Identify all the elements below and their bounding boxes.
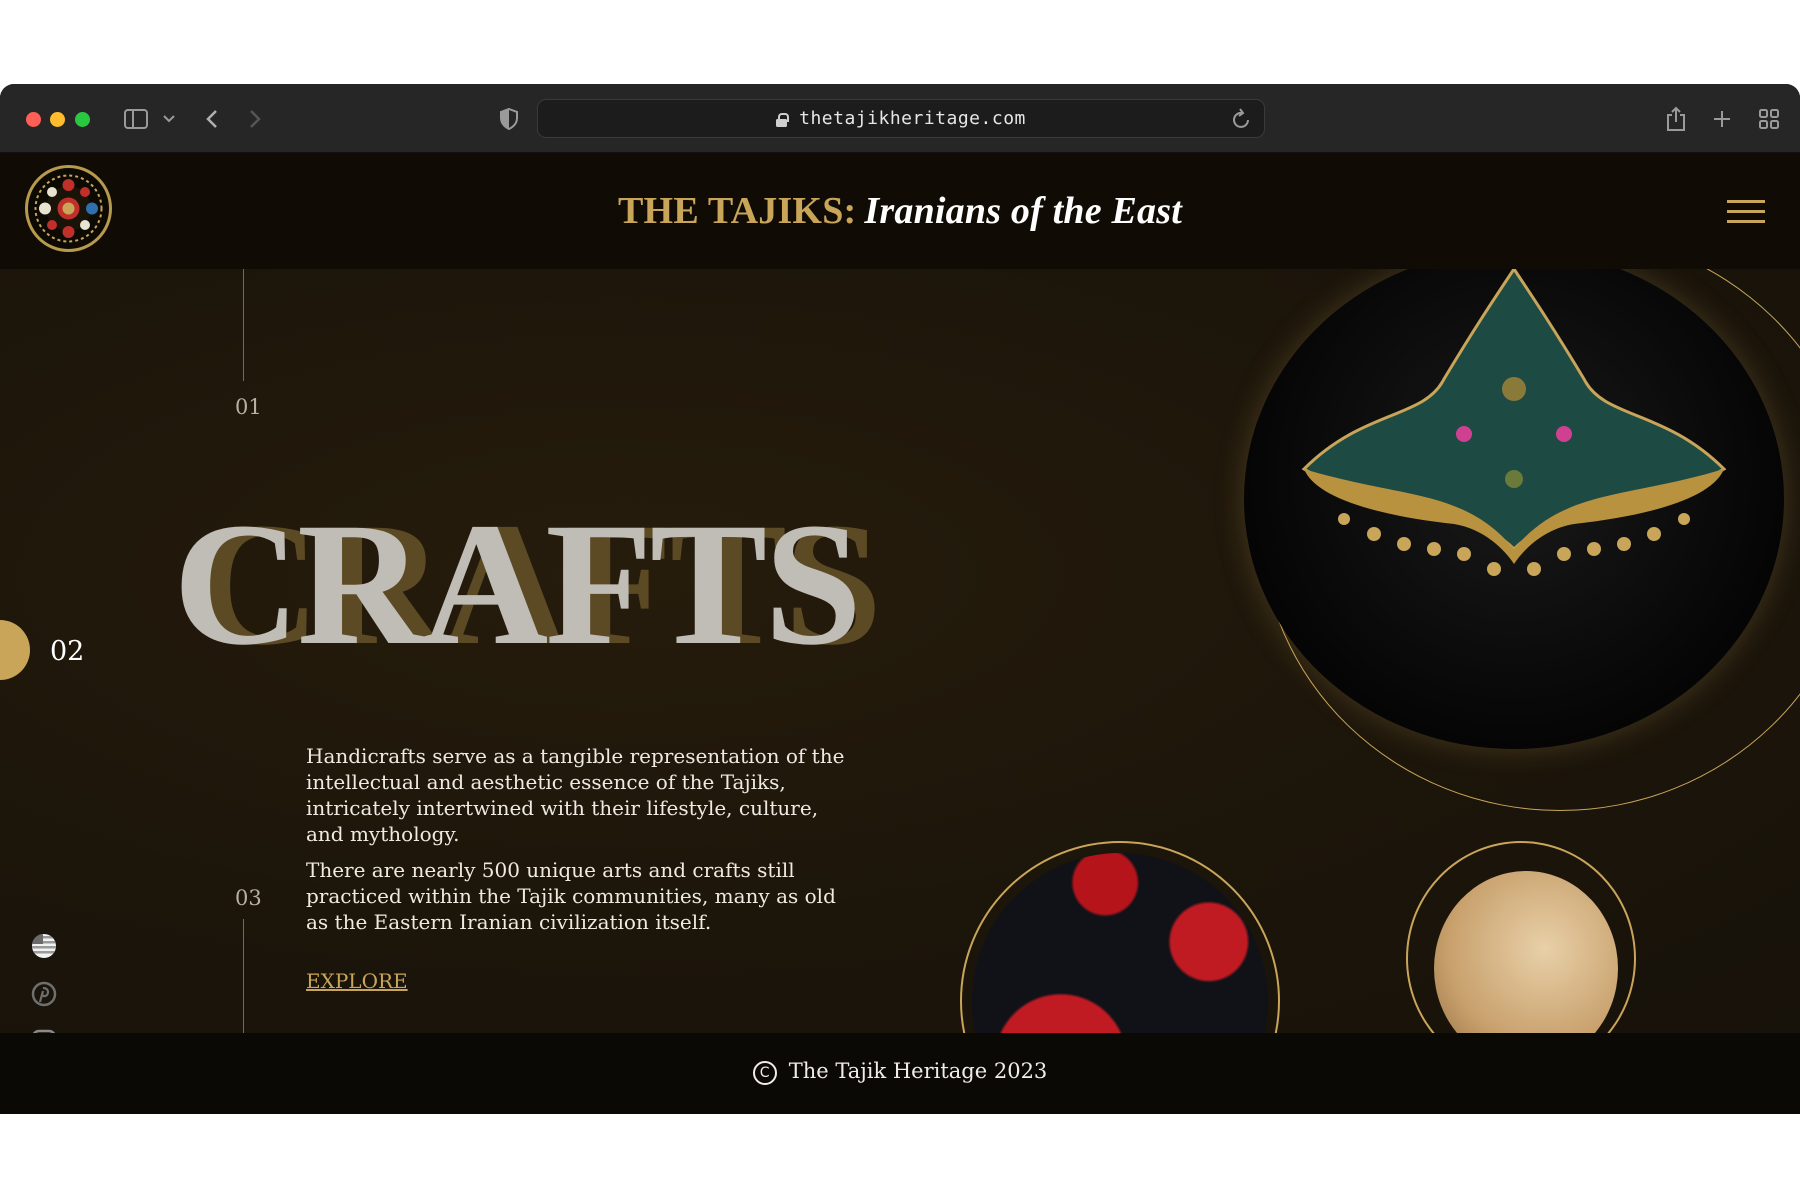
woodcarving-photo — [1434, 871, 1618, 1033]
language-flag-icon[interactable] — [30, 932, 58, 960]
share-icon[interactable] — [1665, 102, 1687, 136]
main-content: 01 02 CRAFTS CRAFTS 03 Handicrafts serve… — [0, 269, 1800, 1033]
browser-window: thetajikheritage.com THE TAJIKS: Iranian… — [0, 84, 1800, 1114]
hamburger-menu-icon[interactable] — [1727, 200, 1765, 224]
footer-text: C The Tajik Heritage 2023 — [0, 1059, 1800, 1086]
site-title: THE TAJIKS: Iranians of the East — [0, 187, 1800, 233]
forward-icon[interactable] — [245, 102, 265, 136]
section-number-03[interactable]: 03 — [235, 886, 262, 910]
hero-word: CRAFTS — [173, 487, 862, 682]
back-icon[interactable] — [202, 102, 222, 136]
close-window-button[interactable] — [26, 112, 41, 127]
hero-paragraph-1: Handicrafts serve as a tangible represen… — [306, 744, 845, 846]
new-tab-icon[interactable] — [1711, 102, 1733, 136]
lock-icon — [776, 113, 790, 127]
timeline-line-bottom — [243, 919, 244, 1033]
chevron-down-icon[interactable] — [160, 102, 178, 136]
url-text: thetajikheritage.com — [799, 108, 1026, 129]
browser-toolbar: thetajikheritage.com — [0, 84, 1800, 153]
section-number-01[interactable]: 01 — [235, 395, 262, 419]
section-number-02[interactable]: 02 — [50, 636, 84, 667]
site-footer: C The Tajik Heritage 2023 — [0, 1033, 1800, 1114]
hero-paragraph-2: There are nearly 500 unique arts and cra… — [306, 858, 836, 934]
privacy-shield-icon[interactable] — [498, 102, 520, 136]
site-header: THE TAJIKS: Iranians of the East — [0, 153, 1800, 269]
tab-overview-icon[interactable] — [1757, 102, 1781, 136]
pinterest-icon[interactable] — [30, 980, 58, 1008]
site-title-suffix: Iranians of the East — [864, 190, 1182, 232]
minimize-window-button[interactable] — [50, 112, 65, 127]
explore-link[interactable]: EXPLORE — [306, 969, 408, 993]
footer-copyright: The Tajik Heritage 2023 — [788, 1059, 1048, 1083]
site-title-prefix: THE TAJIKS: — [618, 190, 857, 232]
sidebar-toggle-icon[interactable] — [122, 102, 150, 136]
copyright-icon: C — [752, 1061, 777, 1085]
suzani-textile-pattern — [972, 853, 1268, 1033]
crown-image — [1244, 269, 1784, 749]
active-section-indicator — [0, 620, 30, 680]
address-bar[interactable]: thetajikheritage.com — [537, 99, 1265, 138]
reload-icon[interactable] — [1232, 108, 1252, 134]
hero-description: Handicrafts serve as a tangible represen… — [306, 743, 846, 945]
timeline-line-top — [243, 269, 244, 381]
woodcarving-image — [1406, 841, 1636, 1033]
maximize-window-button[interactable] — [75, 112, 90, 127]
suzani-textile-image — [960, 841, 1280, 1033]
